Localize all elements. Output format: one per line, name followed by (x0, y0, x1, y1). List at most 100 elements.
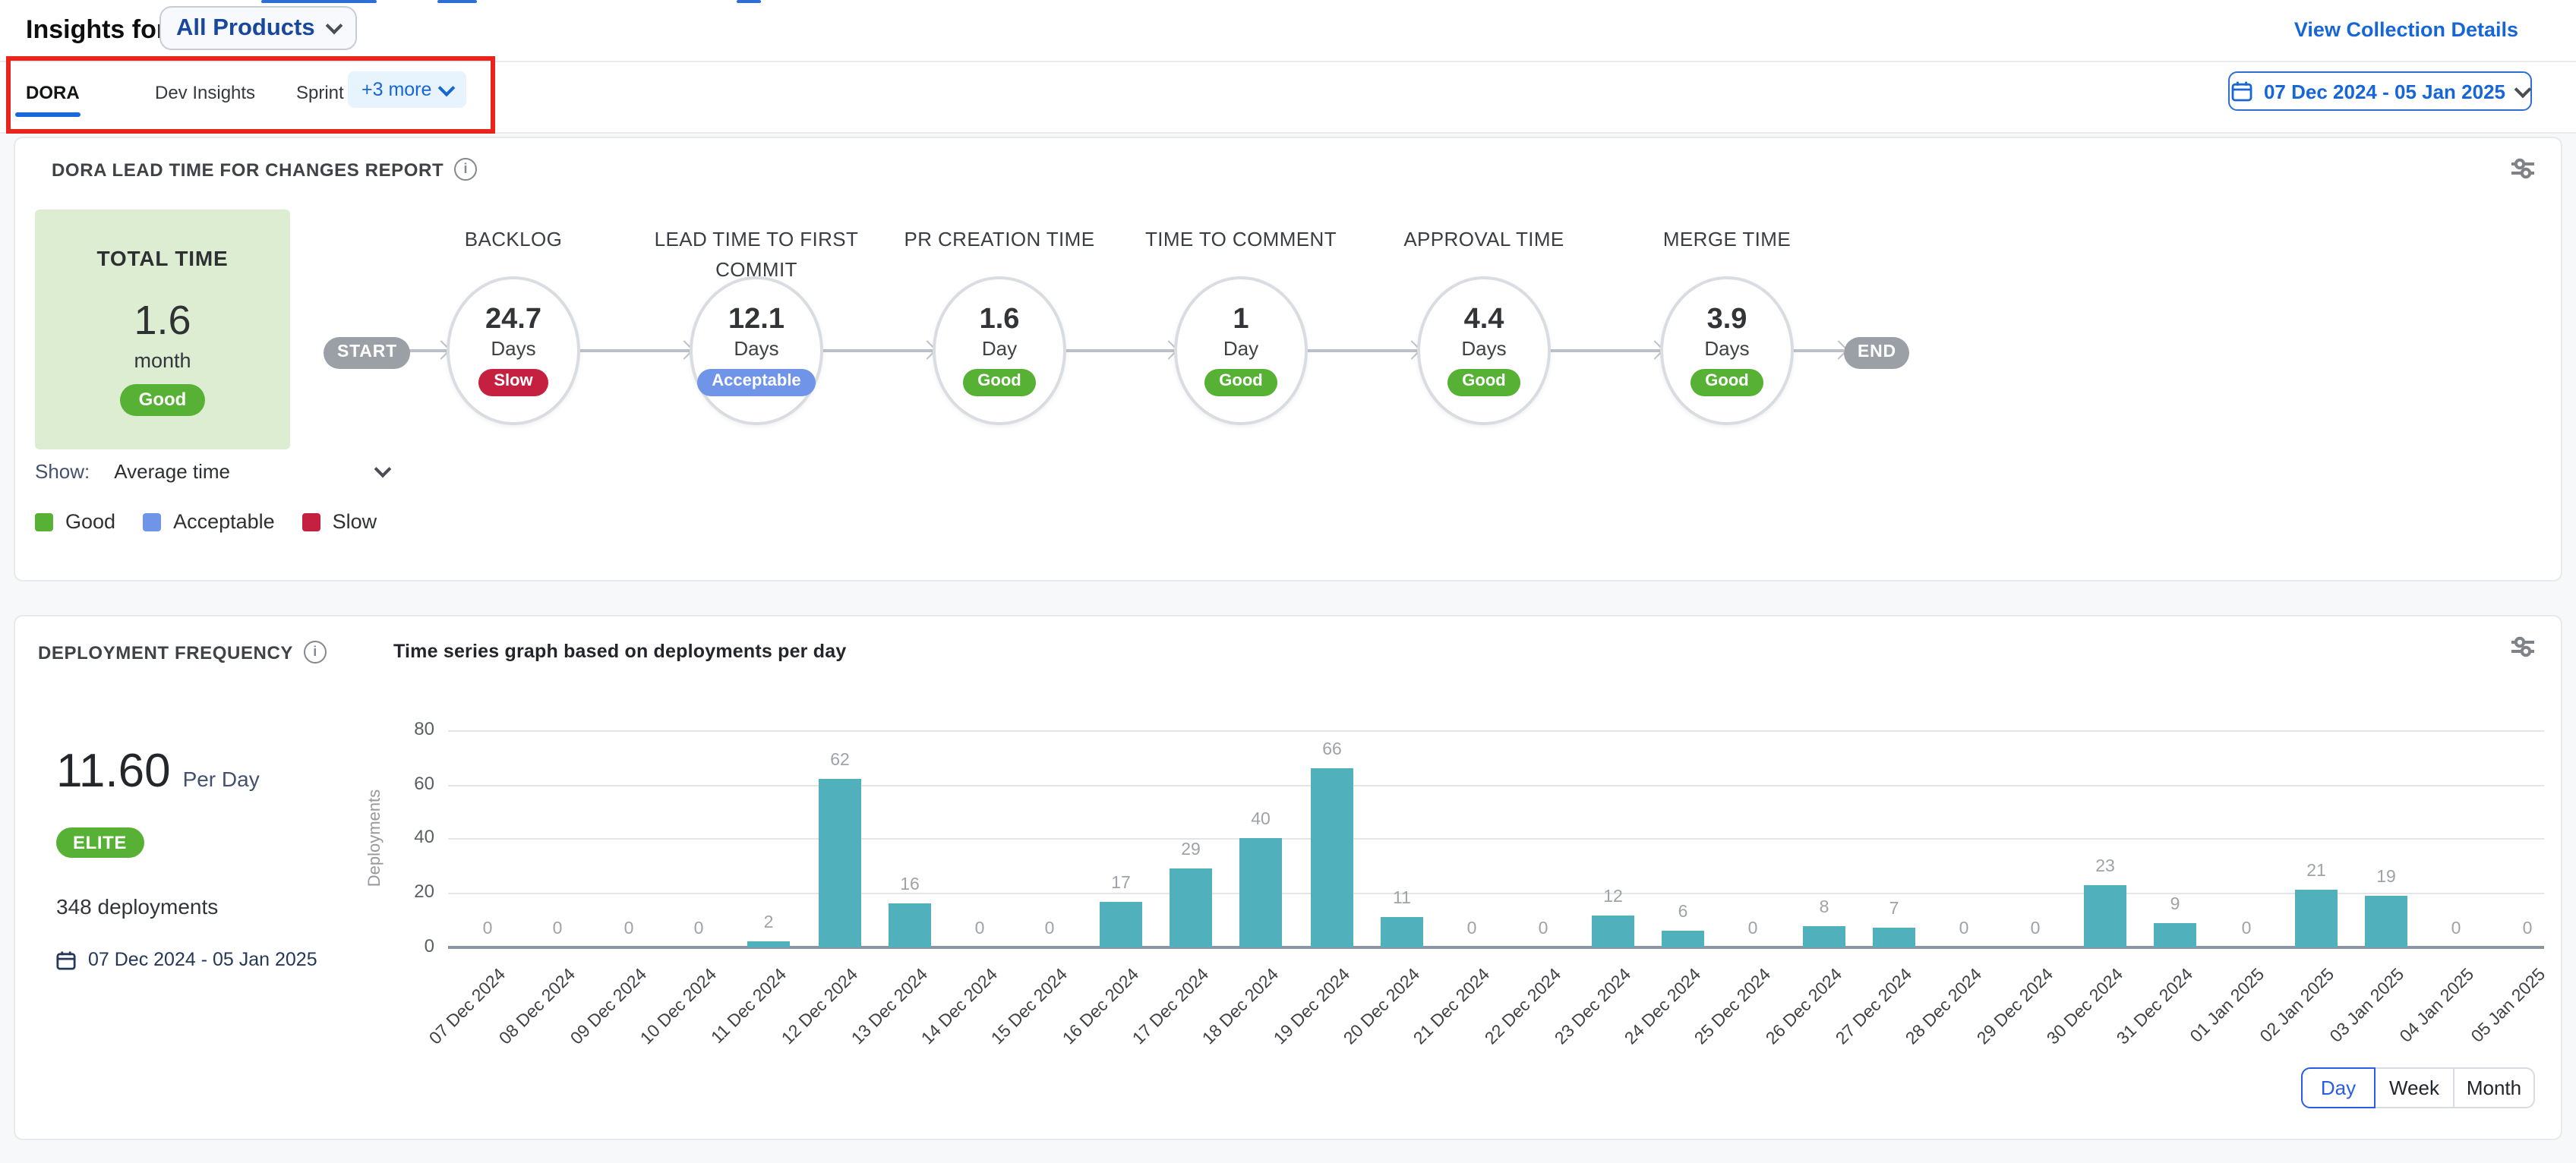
stage-name: APPROVAL TIME (1347, 225, 1621, 255)
total-time-unit: month (134, 349, 191, 372)
clipped-link-fragment (437, 0, 477, 3)
settings-sliders-icon[interactable] (2511, 636, 2535, 665)
bar-value-label: 66 (1299, 741, 1365, 759)
stage-unit: Days (1704, 336, 1749, 359)
flow-end-pill: END (1844, 337, 1910, 369)
tab-dora[interactable]: DORA (26, 82, 80, 103)
deployment-bar (1170, 868, 1212, 947)
lead-time-card: DORA LEAD TIME FOR CHANGES REPORT TOTAL … (14, 137, 2562, 582)
date-range-picker[interactable]: 07 Dec 2024 - 05 Jan 2025 (2228, 71, 2532, 111)
legend-label-slow: Slow (333, 510, 377, 533)
granularity-day-button[interactable]: Day (2301, 1067, 2376, 1108)
deployment-bar (1311, 768, 1353, 947)
chevron-down-icon (326, 17, 343, 35)
granularity-month-button[interactable]: Month (2453, 1067, 2535, 1108)
x-axis-tick: 20 Dec 2024 (1282, 966, 1424, 1108)
stage-status-badge: Good (1690, 368, 1763, 397)
x-axis-tick: 13 Dec 2024 (790, 966, 932, 1108)
stage-unit: Days (734, 336, 778, 359)
product-selector-dropdown[interactable]: All Products (159, 6, 358, 50)
x-axis-tick: 08 Dec 2024 (437, 966, 579, 1108)
more-tabs-label: +3 more (361, 79, 431, 100)
stage-node[interactable]: 24.7DaysSlow (447, 276, 580, 425)
stage-status-badge: Slow (478, 368, 548, 397)
flow-connector-arrow (1308, 349, 1417, 351)
legend-item-acceptable: Acceptable (143, 510, 275, 533)
stage-value: 4.4 (1464, 304, 1504, 335)
stage-status-badge: Acceptable (696, 368, 816, 397)
deployment-bar (1592, 916, 1634, 947)
bar-value-label: 19 (2353, 868, 2420, 887)
bar-value-label: 40 (1227, 811, 1294, 829)
bar-value-label: 29 (1157, 841, 1224, 859)
settings-sliders-icon[interactable] (2511, 158, 2535, 187)
deployment-bar (889, 903, 931, 947)
clipped-link-fragment (261, 0, 377, 3)
bar-value-label: 21 (2283, 862, 2350, 881)
chevron-down-icon (2514, 80, 2531, 98)
bar-value-label: 0 (1930, 920, 1997, 938)
active-tab-underline (15, 112, 80, 117)
chevron-down-icon (374, 460, 391, 477)
bar-value-label: 0 (1719, 920, 1786, 938)
stage-status-badge: Good (1447, 368, 1520, 397)
y-axis-tick: 60 (368, 773, 434, 794)
flow-connector-arrow (580, 349, 690, 351)
x-axis-tick: 29 Dec 2024 (1915, 966, 2057, 1108)
stage-value: 1 (1233, 304, 1249, 335)
deployment-total: 348 deployments (56, 894, 218, 919)
status-legend: Good Acceptable Slow (35, 510, 377, 533)
legend-swatch-acceptable (143, 512, 161, 531)
legend-label-good: Good (65, 510, 115, 533)
stage-status-badge: Good (962, 368, 1036, 397)
deployment-title-text: DEPLOYMENT FREQUENCY (38, 641, 293, 663)
bar-value-label: 12 (1580, 888, 1646, 906)
info-icon[interactable] (454, 158, 477, 181)
bar-value-label: 11 (1368, 890, 1435, 908)
total-time-card: TOTAL TIME 1.6 month Good (35, 210, 290, 449)
info-icon[interactable] (304, 641, 327, 663)
granularity-week-button[interactable]: Week (2374, 1067, 2454, 1108)
tab-dev-insights[interactable]: Dev Insights (155, 82, 255, 103)
stage-value: 1.6 (980, 304, 1020, 335)
deployment-rate: 11.60 Per Day (56, 744, 260, 799)
show-metric-dropdown[interactable]: Show: Average time (35, 457, 388, 484)
stage-unit: Day (1223, 336, 1258, 359)
bar-value-label: 23 (2072, 858, 2139, 876)
stage-name: TIME TO COMMENT (1104, 225, 1378, 255)
stage-name: MERGE TIME (1590, 225, 1864, 255)
deployment-bar (1381, 917, 1423, 947)
stage-node[interactable]: 4.4DaysGood (1417, 276, 1551, 425)
deployment-frequency-card: DEPLOYMENT FREQUENCY Time series graph b… (14, 615, 2562, 1140)
gridline (448, 785, 2544, 786)
deployment-bar (2365, 896, 2407, 947)
stage-node[interactable]: 1DayGood (1174, 276, 1308, 425)
stage-node[interactable]: 1.6Day Good (933, 276, 1066, 425)
stage-value: 12.1 (728, 304, 784, 335)
performance-tier-badge: ELITE (56, 827, 144, 858)
bar-value-label: 0 (946, 920, 1013, 938)
y-axis-tick: 0 (368, 935, 434, 957)
deployment-bar (819, 779, 861, 947)
chart-title: Time series graph based on deployments p… (393, 641, 846, 662)
legend-swatch-good (35, 512, 53, 531)
more-tabs-dropdown[interactable]: +3 more (348, 71, 466, 108)
stage-node[interactable]: 3.9DaysGood (1660, 276, 1794, 425)
stage-unit: Day (982, 336, 1017, 359)
calendar-icon (56, 950, 76, 969)
x-axis-tick: 11 Dec 2024 (649, 966, 791, 1108)
bar-value-label: 0 (524, 920, 591, 938)
show-label: Show: (35, 459, 90, 482)
bar-value-label: 0 (665, 920, 732, 938)
bar-value-label: 0 (2494, 920, 2561, 938)
dashboard-page: Insights for All Products View Collectio… (0, 0, 2576, 1163)
page-title: Insights for (26, 15, 166, 46)
bar-value-label: 17 (1088, 875, 1154, 893)
clipped-link-fragment (737, 0, 761, 3)
bar-value-label: 0 (454, 920, 521, 938)
stage-node[interactable]: 12.1Days Acceptable (690, 276, 823, 425)
view-collection-details-link[interactable]: View Collection Details (2294, 18, 2518, 41)
x-axis-tick: 27 Dec 2024 (1774, 966, 1916, 1108)
x-axis-tick: 12 Dec 2024 (720, 966, 862, 1108)
deployment-bar (2084, 885, 2126, 947)
